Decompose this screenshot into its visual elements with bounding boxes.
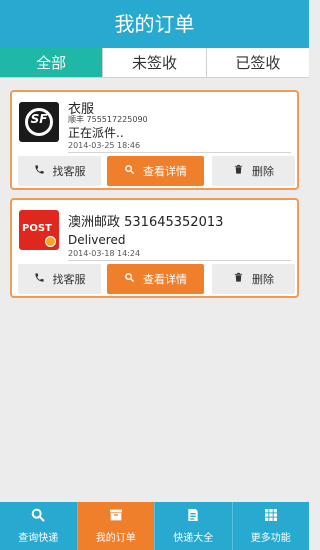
- nav-express-directory[interactable]: 快递大全: [154, 502, 232, 550]
- search-icon: [0, 507, 77, 529]
- divider: [68, 152, 291, 153]
- customer-service-button[interactable]: 找客服: [18, 156, 101, 186]
- view-details-button[interactable]: 查看详情: [107, 156, 204, 186]
- delete-button[interactable]: 删除: [212, 156, 295, 186]
- customer-service-button[interactable]: 找客服: [18, 264, 101, 294]
- filter-tabs: 全部 未签收 已签收: [0, 48, 309, 78]
- search-icon: [124, 164, 135, 178]
- tab-signed[interactable]: 已签收: [205, 48, 309, 77]
- grid-icon: [233, 507, 310, 529]
- trash-icon: [233, 272, 244, 286]
- phone-icon: [34, 272, 45, 286]
- bottom-nav: 查询快递 我的订单 快递大全 更多功能: [0, 502, 309, 550]
- order-card[interactable]: SF 衣服 顺丰 755517225090 正在派件.. 2014-03-25 …: [10, 90, 299, 190]
- book-icon: [155, 507, 232, 529]
- order-status: Delivered: [68, 233, 126, 247]
- sf-express-logo: SF: [19, 102, 59, 142]
- nav-my-orders[interactable]: 我的订单: [76, 502, 155, 550]
- box-icon: [78, 507, 155, 529]
- search-icon: [124, 272, 135, 286]
- trash-icon: [233, 164, 244, 178]
- nav-more-features[interactable]: 更多功能: [231, 502, 310, 550]
- check-icon: [45, 236, 56, 247]
- order-card[interactable]: POST 澳洲邮政 531645352013 Delivered 2014-03…: [10, 198, 299, 298]
- page-title: 我的订单: [114, 12, 195, 36]
- phone-icon: [34, 164, 45, 178]
- divider: [68, 260, 291, 261]
- nav-query-express[interactable]: 查询快递: [0, 502, 77, 550]
- australia-post-logo: POST: [19, 210, 59, 250]
- order-status: 正在派件..: [68, 126, 124, 140]
- tab-unsigned[interactable]: 未签收: [102, 48, 205, 77]
- view-details-button[interactable]: 查看详情: [107, 264, 204, 294]
- order-date: 2014-03-25 18:46: [68, 141, 141, 150]
- app-header: 我的订单: [0, 0, 309, 48]
- order-date: 2014-03-18 14:24: [68, 249, 141, 258]
- delete-button[interactable]: 删除: [212, 264, 295, 294]
- order-title: 澳洲邮政 531645352013: [68, 215, 224, 230]
- tab-all[interactable]: 全部: [0, 48, 103, 77]
